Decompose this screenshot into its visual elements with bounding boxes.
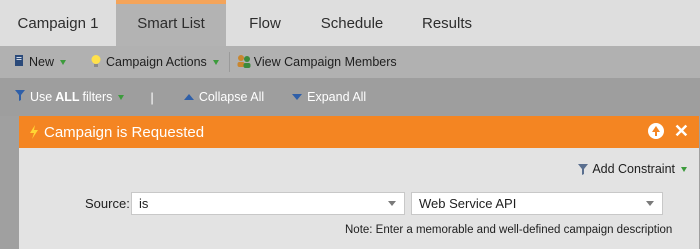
description-note: Note: Enter a memorable and well-defined… [345,224,673,236]
use-label: Use [30,90,53,104]
campaign-actions-label: Campaign Actions [106,55,207,69]
tab-schedule[interactable]: Schedule [304,0,400,46]
campaign-actions-button[interactable]: Campaign Actions [84,46,225,78]
toolbar: New Campaign Actions View Campaign Membe… [0,46,700,78]
expand-all-button[interactable]: Expand All [292,78,366,116]
new-button-label: New [29,55,55,69]
people-icon [236,54,252,71]
add-constraint-label: Add Constraint [592,162,675,176]
lightning-icon [28,125,40,139]
new-button[interactable]: New [0,46,72,78]
all-label: ALL [55,90,80,104]
tab-results[interactable]: Results [400,0,494,46]
view-campaign-members-button[interactable]: View Campaign Members [234,46,403,78]
chevron-down-icon [60,59,67,65]
document-icon [14,54,25,70]
filters-label: filters [82,90,113,104]
use-all-filters-dropdown[interactable]: Use ALL filters [14,78,125,116]
source-value: Web Service API [419,196,517,211]
tab-smart-list[interactable]: Smart List [116,0,226,46]
view-campaign-members-label: View Campaign Members [253,55,397,69]
triangle-up-icon [183,94,194,100]
chevron-down-icon [646,201,654,206]
tab-bar: Campaign 1 Smart List Flow Schedule Resu… [0,0,700,46]
close-icon[interactable]: ✕ [674,122,689,140]
tab-flow[interactable]: Flow [226,0,304,46]
collapse-all-button[interactable]: Collapse All [183,78,265,116]
lightbulb-icon [90,54,102,71]
expand-all-label: Expand All [307,90,367,104]
triangle-down-icon [292,94,303,100]
chevron-down-icon [118,94,125,100]
chevron-down-icon [212,59,219,65]
operator-select[interactable]: is [131,192,405,215]
toolbar-divider [228,52,230,72]
trigger-card: Campaign is Requested ✕ Add Constraint S… [19,116,699,249]
add-constraint-button[interactable]: Add Constraint [577,162,687,176]
chevron-down-icon [388,201,396,206]
trigger-card-actions: ✕ [647,122,689,140]
source-label: Source: [85,196,130,211]
circle-up-icon[interactable] [647,123,664,139]
funnel-icon [577,163,589,176]
tab-campaign-1[interactable]: Campaign 1 [0,0,116,46]
trigger-title: Campaign is Requested [44,123,205,141]
collapse-all-label: Collapse All [198,90,265,104]
source-select[interactable]: Web Service API [411,192,663,215]
filter-bar-separator: | [150,89,154,105]
operator-value: is [139,196,149,211]
trigger-card-header[interactable]: Campaign is Requested ✕ [19,116,699,148]
chevron-down-icon [681,166,687,172]
funnel-icon [14,89,26,105]
filter-bar: Use ALL filters | Collapse All Expand Al… [0,78,700,116]
